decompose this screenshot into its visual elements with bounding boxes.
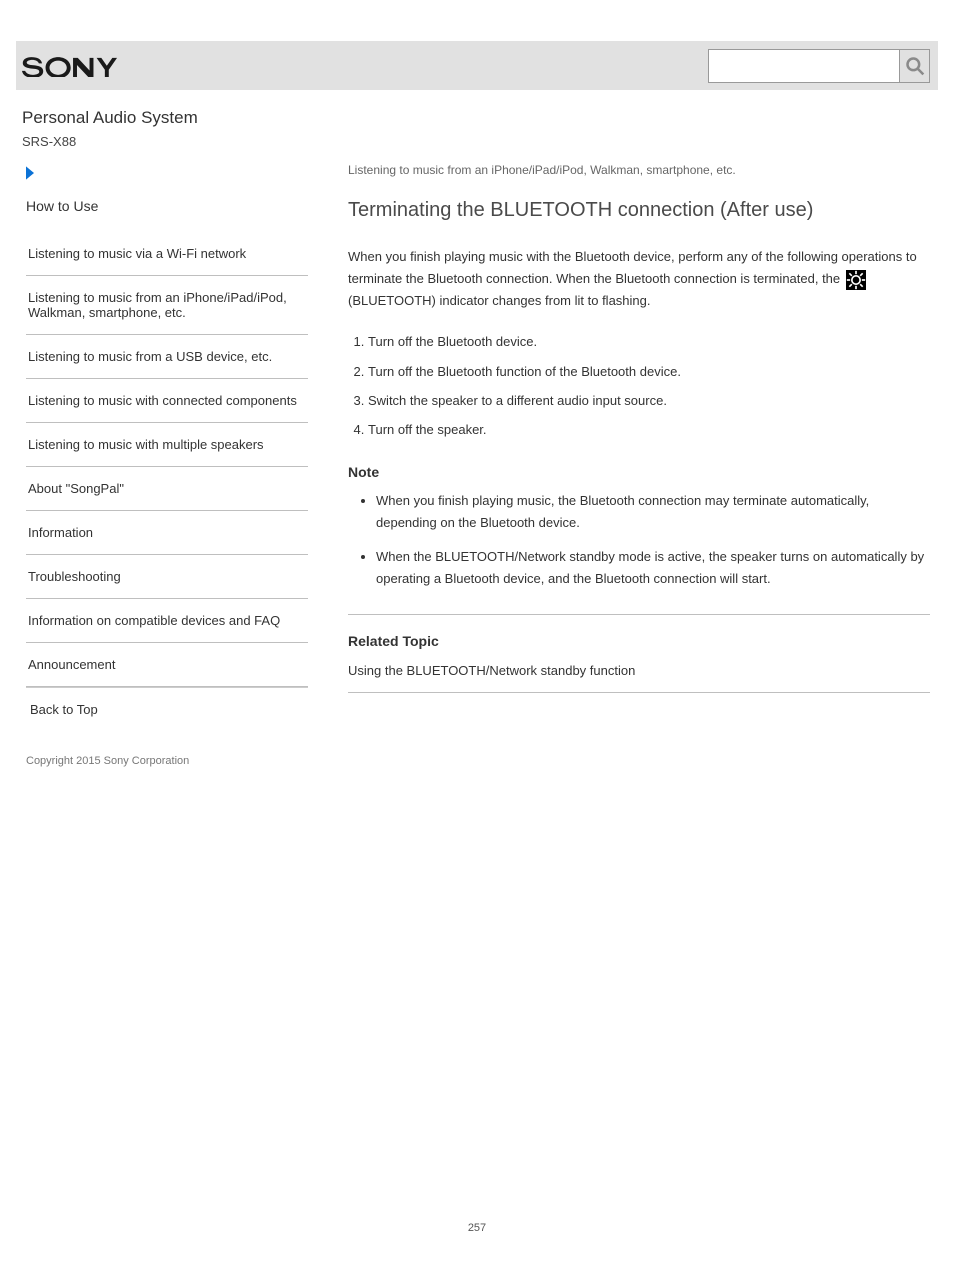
step-item: Switch the speaker to a different audio … — [368, 389, 930, 412]
intro-text-before: When you finish playing music with the B… — [348, 249, 917, 286]
note-list: When you finish playing music, the Bluet… — [376, 490, 930, 590]
intro-text-after: (BLUETOOTH) indicator changes from lit t… — [348, 293, 651, 308]
product-title: Personal Audio System — [22, 108, 954, 128]
main-content: Listening to music from an iPhone/iPad/i… — [308, 159, 938, 731]
breadcrumb: Listening to music from an iPhone/iPad/i… — [348, 163, 930, 177]
divider — [348, 692, 930, 693]
product-model: SRS-X88 — [22, 134, 954, 149]
search-input[interactable] — [708, 49, 900, 83]
sidebar-item[interactable]: Information on compatible devices and FA… — [26, 599, 308, 643]
sidebar-item[interactable]: Information — [26, 511, 308, 555]
chevron-right-icon — [22, 165, 308, 184]
step-item: Turn off the Bluetooth function of the B… — [368, 360, 930, 383]
related-topic-link[interactable]: Using the BLUETOOTH/Network standby func… — [348, 663, 930, 678]
search-wrap — [708, 49, 930, 83]
page-title: Terminating the BLUETOOTH connection (Af… — [348, 199, 930, 222]
search-icon — [905, 56, 925, 76]
sidebar-item[interactable]: Listening to music from a USB device, et… — [26, 335, 308, 379]
sidebar-item[interactable]: About "SongPal" — [26, 467, 308, 511]
sidebar-item[interactable]: Announcement — [26, 643, 308, 687]
related-topic-heading: Related Topic — [348, 614, 930, 649]
steps-list: Turn off the Bluetooth device. Turn off … — [368, 330, 930, 442]
search-button[interactable] — [900, 49, 930, 83]
sidebar-item[interactable]: Listening to music from an iPhone/iPad/i… — [26, 276, 308, 335]
bluetooth-gear-icon — [846, 270, 866, 290]
note-item: When you finish playing music, the Bluet… — [376, 490, 930, 534]
sidebar-item[interactable]: Troubleshooting — [26, 555, 308, 599]
copyright: Copyright 2015 Sony Corporation — [26, 755, 954, 767]
intro-paragraph: When you finish playing music with the B… — [348, 246, 930, 312]
sidebar-nav: Listening to music via a Wi-Fi network L… — [26, 232, 308, 687]
note-item: When the BLUETOOTH/Network standby mode … — [376, 546, 930, 590]
step-item: Turn off the speaker. — [368, 418, 930, 441]
note-heading: Note — [348, 464, 930, 480]
sidebar-item[interactable]: Listening to music via a Wi-Fi network — [26, 232, 308, 276]
sidebar-item[interactable]: Listening to music with multiple speaker… — [26, 423, 308, 467]
page-number: 257 — [0, 1222, 954, 1234]
sidebar-item[interactable]: Listening to music with connected compon… — [26, 379, 308, 423]
sony-logo — [22, 54, 132, 78]
step-item: Turn off the Bluetooth device. — [368, 330, 930, 353]
sidebar: How to Use Listening to music via a Wi-F… — [16, 159, 308, 731]
header-bar — [16, 41, 938, 90]
how-to-use-heading: How to Use — [26, 198, 308, 214]
back-to-top-link[interactable]: Back to Top — [26, 687, 308, 731]
